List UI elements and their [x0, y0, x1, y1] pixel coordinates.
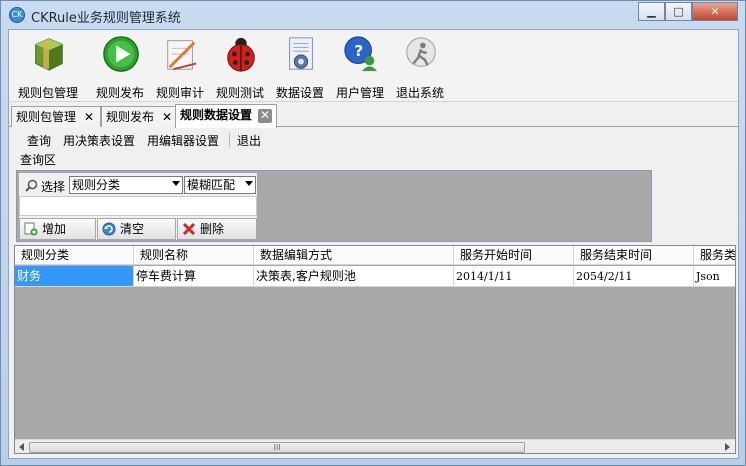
column-header[interactable]: 服务开始时间 — [454, 246, 574, 265]
tab-label: 规则数据设置 — [180, 108, 253, 122]
query-panel: 选择 规则分类 模糊匹配 增加 清空 删除 — [19, 173, 257, 240]
window-title: CKRule业务规则管理系统 — [31, 11, 181, 26]
client-area: 规则包管理 规则发布 规则审计 规则测试 数据设置 ? 用户管理 退出系统 规则… — [8, 29, 739, 459]
grid-header: 规则分类 规则名称 数据编辑方式 服务开始时间 服务结束时间 服务类 — [15, 246, 735, 265]
horizontal-scrollbar[interactable]: III — [15, 439, 735, 453]
chevron-down-icon — [245, 181, 253, 186]
query-section-label: 查询区 — [20, 153, 57, 167]
toolbar-label: 用户管理 — [335, 86, 384, 100]
delete-button-label: 删除 — [200, 222, 225, 236]
menu-query[interactable]: 查询 — [27, 132, 51, 149]
search-icon — [25, 179, 38, 192]
tab-close-icon[interactable]: ✕ — [82, 110, 96, 125]
menu-decision-table-settings[interactable]: 用决策表设置 — [63, 132, 135, 149]
tab-rule-data-settings[interactable]: 规则数据设置 ✕ — [175, 104, 278, 128]
query-area: 选择 规则分类 模糊匹配 增加 清空 删除 — [16, 170, 652, 242]
play-icon — [103, 36, 139, 72]
column-header[interactable]: 服务类 — [694, 246, 735, 265]
menu-editor-settings[interactable]: 用编辑器设置 — [147, 132, 219, 149]
table-cell[interactable]: Json — [694, 266, 735, 287]
table-row[interactable]: 财务 停车费计算 决策表,客户规则池 2014/1/11 2054/2/11 J… — [15, 266, 735, 287]
tab-rule-publish[interactable]: 规则发布 ✕ — [101, 106, 180, 127]
add-button-label: 增加 — [42, 222, 67, 236]
svg-text:?: ? — [354, 42, 363, 60]
toolbar-label: 退出系统 — [395, 86, 444, 100]
tab-label: 规则发布 — [106, 110, 155, 124]
rules-data-grid[interactable]: 规则分类 规则名称 数据编辑方式 服务开始时间 服务结束时间 服务类 财务 停车… — [14, 245, 736, 454]
column-header[interactable]: 规则名称 — [134, 246, 254, 265]
table-cell[interactable]: 2014/1/11 — [454, 266, 574, 287]
clear-button-label: 清空 — [120, 222, 145, 236]
package-icon — [35, 38, 63, 71]
audit-pencil-icon — [167, 40, 197, 71]
document-tabs: 规则包管理 ✕ 规则发布 ✕ 规则数据设置 ✕ — [9, 103, 738, 128]
user-chat-icon: ? — [344, 36, 378, 72]
column-header[interactable]: 规则分类 — [15, 246, 134, 265]
chevron-down-icon — [172, 181, 180, 186]
toolbar-label: 规则发布 — [95, 86, 144, 100]
toolbar-rule-publish[interactable]: 规则发布 — [89, 34, 151, 100]
main-toolbar: 规则包管理 规则发布 规则审计 规则测试 数据设置 ? 用户管理 退出系统 — [9, 30, 738, 102]
toolbar-label: 规则包管理 — [17, 86, 78, 100]
table-cell[interactable]: 决策表,客户规则池 — [254, 266, 454, 287]
add-document-icon — [24, 222, 38, 236]
table-cell[interactable]: 停车费计算 — [134, 266, 254, 287]
select-label: 选择 — [41, 180, 66, 194]
scroll-left-icon[interactable] — [19, 443, 24, 451]
tab-label: 规则包管理 — [16, 110, 77, 124]
toolbar-data-settings[interactable]: 数据设置 — [269, 34, 331, 100]
clear-button[interactable]: 清空 — [97, 218, 176, 240]
minimize-button[interactable]: ▁ — [638, 2, 665, 21]
toolbar-rule-test[interactable]: 规则测试 — [209, 34, 271, 100]
maximize-button[interactable]: □ — [665, 2, 692, 21]
scroll-right-icon[interactable] — [725, 443, 730, 451]
toolbar-exit-system[interactable]: 退出系统 — [389, 34, 451, 100]
toolbar-rule-audit[interactable]: 规则审计 — [149, 34, 211, 100]
ladybug-icon — [227, 37, 255, 72]
menu-separator — [229, 133, 230, 147]
tab-package-manage[interactable]: 规则包管理 ✕ — [11, 106, 102, 127]
menu-exit[interactable]: 退出 — [237, 132, 261, 149]
document-gear-icon — [289, 37, 313, 70]
toolbar-package-manage[interactable]: 规则包管理 — [17, 34, 79, 100]
table-cell[interactable]: 2054/2/11 — [574, 266, 694, 287]
delete-button[interactable]: 删除 — [177, 218, 257, 240]
title-bar[interactable]: CK CKRule业务规则管理系统 ▁ □ ✕ — [1, 1, 745, 29]
exit-figure-icon — [406, 37, 436, 67]
toolbar-label: 规则审计 — [155, 86, 204, 100]
refresh-icon — [102, 222, 116, 236]
query-input[interactable] — [19, 196, 257, 216]
app-logo-icon: CK — [9, 7, 25, 23]
table-cell[interactable]: 财务 — [15, 266, 134, 287]
scroll-grip: III — [273, 443, 281, 452]
delete-x-icon — [182, 222, 196, 236]
tab-close-icon[interactable]: ✕ — [160, 110, 174, 125]
app-window: CK CKRule业务规则管理系统 ▁ □ ✕ 规则包管理 规则发布 规则审计 … — [0, 0, 746, 466]
close-button[interactable]: ✕ — [692, 2, 738, 21]
column-header[interactable]: 数据编辑方式 — [254, 246, 454, 265]
match-mode-value: 模糊匹配 — [187, 178, 236, 192]
tab-close-icon[interactable]: ✕ — [258, 108, 273, 123]
filter-row: 选择 规则分类 模糊匹配 — [19, 175, 257, 195]
category-select[interactable]: 规则分类 — [69, 176, 183, 194]
action-menu: 查询 用决策表设置 用编辑器设置 退出 — [9, 129, 738, 151]
toolbar-user-manage[interactable]: ? 用户管理 — [329, 34, 391, 100]
scroll-thumb[interactable]: III — [29, 442, 525, 453]
toolbar-label: 数据设置 — [275, 86, 324, 100]
add-button[interactable]: 增加 — [19, 218, 96, 240]
category-select-value: 规则分类 — [72, 178, 121, 192]
toolbar-label: 规则测试 — [215, 86, 264, 100]
column-header[interactable]: 服务结束时间 — [574, 246, 694, 265]
match-mode-select[interactable]: 模糊匹配 — [184, 176, 256, 194]
